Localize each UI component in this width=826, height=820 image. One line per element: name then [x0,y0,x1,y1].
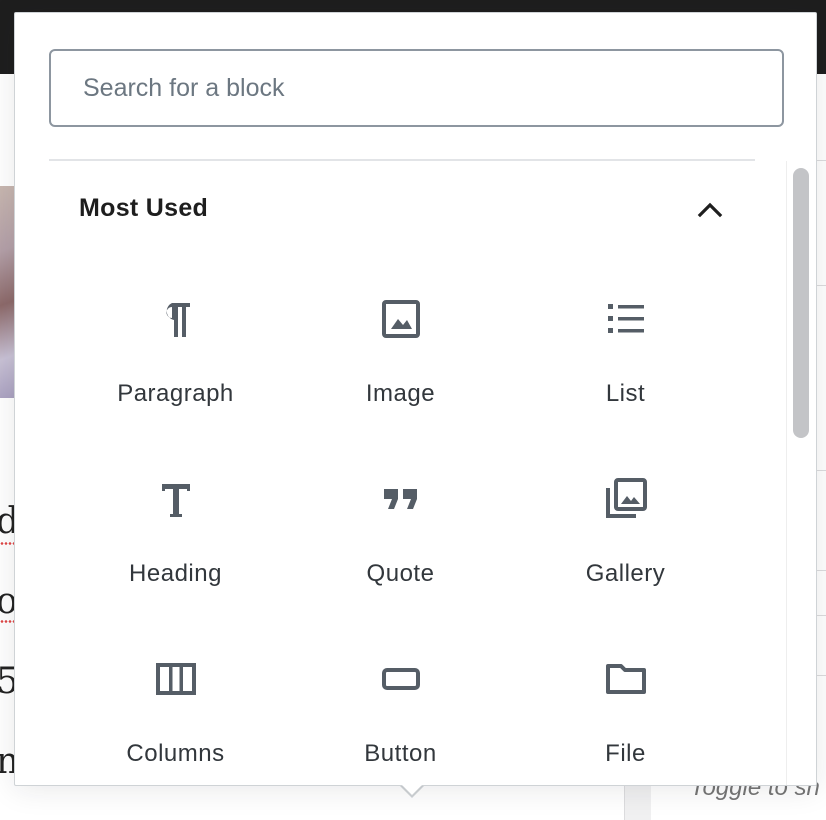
sidebar-divider [816,675,826,676]
block-quote[interactable]: Quote [288,455,513,615]
button-icon [377,655,425,703]
chevron-up-icon[interactable] [692,192,728,228]
sidebar-divider [816,285,826,286]
image-icon [377,295,425,343]
list-icon [602,295,650,343]
spellcheck-underline [0,620,14,623]
block-image[interactable]: Image [288,275,513,435]
block-file[interactable]: File [513,635,738,785]
search-divider [49,159,755,161]
block-label: Button [364,740,437,767]
block-search-input[interactable] [49,49,784,127]
sidebar-divider [816,570,826,571]
block-button[interactable]: Button [288,635,513,785]
block-label: Image [365,380,436,407]
block-label: List [605,380,646,407]
scrollbar-thumb[interactable] [793,168,809,438]
gallery-icon [602,475,650,523]
block-list[interactable]: List [513,275,738,435]
block-label: Columns [126,740,225,767]
sidebar-divider [816,160,826,161]
popover-arrow-inner [400,783,424,795]
panel-title: Most Used [79,194,209,222]
paragraph-icon [152,295,200,343]
spellcheck-underline [0,542,14,545]
block-label: Gallery [585,560,666,587]
heading-icon [152,475,200,523]
block-label: File [605,740,646,767]
file-icon [602,655,650,703]
columns-icon [152,655,200,703]
block-gallery[interactable]: Gallery [513,455,738,615]
block-paragraph[interactable]: Paragraph [63,275,288,435]
block-label: Quote [366,560,435,587]
block-columns[interactable]: Columns [63,635,288,785]
sidebar-divider [816,615,826,616]
sidebar-divider [816,470,826,471]
block-label: Paragraph [117,380,234,407]
block-heading[interactable]: Heading [63,455,288,615]
block-label: Heading [129,560,222,587]
block-inserter-popover: Most Used Paragraph Image [14,12,817,786]
quote-icon [377,475,425,523]
